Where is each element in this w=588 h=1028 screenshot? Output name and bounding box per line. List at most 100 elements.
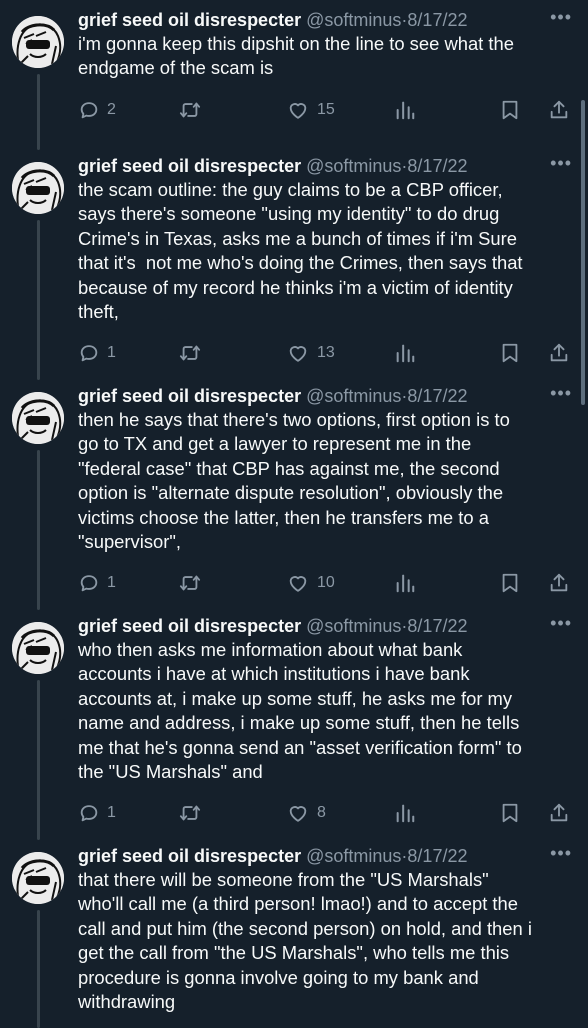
reply-icon	[78, 99, 100, 121]
reply-count: 2	[107, 100, 116, 118]
scrollbar[interactable]	[581, 100, 585, 405]
retweet-icon	[178, 572, 202, 594]
thread-line	[37, 450, 40, 610]
share-icon	[548, 572, 570, 594]
tweet-body: grief seed oil disrespecter @softminus·8…	[78, 614, 576, 830]
views-button[interactable]	[394, 796, 416, 830]
reply-count: 1	[107, 804, 116, 822]
avatar[interactable]	[12, 622, 64, 674]
tweet-body: grief seed oil disrespecter @softminus·8…	[78, 384, 576, 600]
retweet-button[interactable]	[178, 566, 209, 600]
views-icon	[394, 99, 416, 121]
tweet-actions: 1 10	[78, 566, 576, 600]
views-icon	[394, 342, 416, 364]
tweet-text: that there will be someone from the "US …	[78, 869, 532, 1013]
display-name[interactable]: grief seed oil disrespecter	[78, 386, 301, 406]
user-handle[interactable]: @softminus	[306, 10, 401, 30]
like-button[interactable]: 10	[286, 566, 335, 600]
tweet-text: who then asks me information about what …	[78, 639, 522, 783]
reply-button[interactable]: 1	[78, 796, 116, 830]
more-icon[interactable]: •••	[550, 614, 572, 632]
tweet-date[interactable]: 8/17/22	[407, 156, 467, 176]
reply-icon	[78, 802, 100, 824]
share-button[interactable]	[548, 93, 570, 127]
display-name[interactable]: grief seed oil disrespecter	[78, 10, 301, 30]
avatar[interactable]	[12, 392, 64, 444]
heart-icon	[286, 99, 310, 121]
avatar[interactable]	[12, 162, 64, 214]
tweet-header: grief seed oil disrespecter @softminus·8…	[78, 8, 576, 32]
views-button[interactable]	[394, 566, 416, 600]
avatar[interactable]	[12, 16, 64, 68]
tweet-date[interactable]: 8/17/22	[407, 10, 467, 30]
display-name[interactable]: grief seed oil disrespecter	[78, 616, 301, 636]
reply-button[interactable]: 1	[78, 566, 116, 600]
retweet-icon	[178, 342, 202, 364]
heart-icon	[286, 342, 310, 364]
bookmark-button[interactable]	[499, 93, 521, 127]
more-icon[interactable]: •••	[550, 8, 572, 26]
views-button[interactable]	[394, 93, 416, 127]
retweet-button[interactable]	[178, 336, 209, 370]
share-icon	[548, 342, 570, 364]
more-icon[interactable]: •••	[550, 844, 572, 862]
more-icon[interactable]: •••	[550, 154, 572, 172]
views-icon	[394, 802, 416, 824]
retweet-button[interactable]	[178, 796, 209, 830]
reply-icon	[78, 572, 100, 594]
tweet-text: the scam outline: the guy claims to be a…	[78, 179, 523, 323]
bookmark-button[interactable]	[499, 796, 521, 830]
tweet[interactable]: grief seed oil disrespecter @softminus·8…	[0, 0, 588, 150]
user-handle[interactable]: @softminus	[306, 616, 401, 636]
tweet-actions: 18	[78, 796, 576, 830]
heart-icon	[286, 572, 310, 594]
user-handle[interactable]: @softminus	[306, 156, 401, 176]
avatar[interactable]	[12, 852, 64, 904]
bookmark-icon	[499, 99, 521, 121]
like-button[interactable]: 13	[286, 336, 335, 370]
tweet[interactable]: grief seed oil disrespecter @softminus·8…	[0, 376, 588, 610]
tweet[interactable]: grief seed oil disrespecter @softminus·8…	[0, 836, 588, 1028]
reply-icon	[78, 342, 100, 364]
retweet-icon	[178, 99, 202, 121]
display-name[interactable]: grief seed oil disrespecter	[78, 846, 301, 866]
thread-line	[37, 910, 40, 1028]
retweet-button[interactable]	[178, 93, 209, 127]
like-button[interactable]: 15	[286, 93, 335, 127]
tweet-date[interactable]: 8/17/22	[407, 386, 467, 406]
more-icon[interactable]: •••	[550, 384, 572, 402]
tweet-actions: 1 13	[78, 336, 576, 370]
like-count: 8	[317, 804, 326, 822]
views-icon	[394, 572, 416, 594]
thread-line	[37, 680, 40, 840]
tweet[interactable]: grief seed oil disrespecter @softminus·8…	[0, 606, 588, 840]
tweet[interactable]: grief seed oil disrespecter @softminus·8…	[0, 146, 588, 380]
tweet-header: grief seed oil disrespecter @softminus·8…	[78, 154, 576, 178]
user-handle[interactable]: @softminus	[306, 846, 401, 866]
tweet-actions: 2 15	[78, 93, 576, 127]
reply-button[interactable]: 1	[78, 336, 116, 370]
tweet-text: then he says that there's two options, f…	[78, 409, 510, 553]
share-button[interactable]	[548, 566, 570, 600]
retweet-icon	[178, 802, 202, 824]
tweet-text: i'm gonna keep this dipshit on the line …	[78, 33, 514, 79]
tweet-date[interactable]: 8/17/22	[407, 846, 467, 866]
share-icon	[548, 802, 570, 824]
share-button[interactable]	[548, 796, 570, 830]
heart-icon	[286, 802, 310, 824]
tweet-body: grief seed oil disrespecter @softminus·8…	[78, 844, 576, 1014]
like-count: 15	[317, 100, 335, 118]
views-button[interactable]	[394, 336, 416, 370]
tweet-header: grief seed oil disrespecter @softminus·8…	[78, 844, 576, 868]
bookmark-button[interactable]	[499, 566, 521, 600]
tweet-date[interactable]: 8/17/22	[407, 616, 467, 636]
bookmark-button[interactable]	[499, 336, 521, 370]
like-button[interactable]: 8	[286, 796, 326, 830]
share-button[interactable]	[548, 336, 570, 370]
reply-count: 1	[107, 574, 116, 592]
display-name[interactable]: grief seed oil disrespecter	[78, 156, 301, 176]
user-handle[interactable]: @softminus	[306, 386, 401, 406]
like-count: 13	[317, 344, 335, 362]
reply-button[interactable]: 2	[78, 93, 116, 127]
tweet-body: grief seed oil disrespecter @softminus·8…	[78, 8, 576, 127]
